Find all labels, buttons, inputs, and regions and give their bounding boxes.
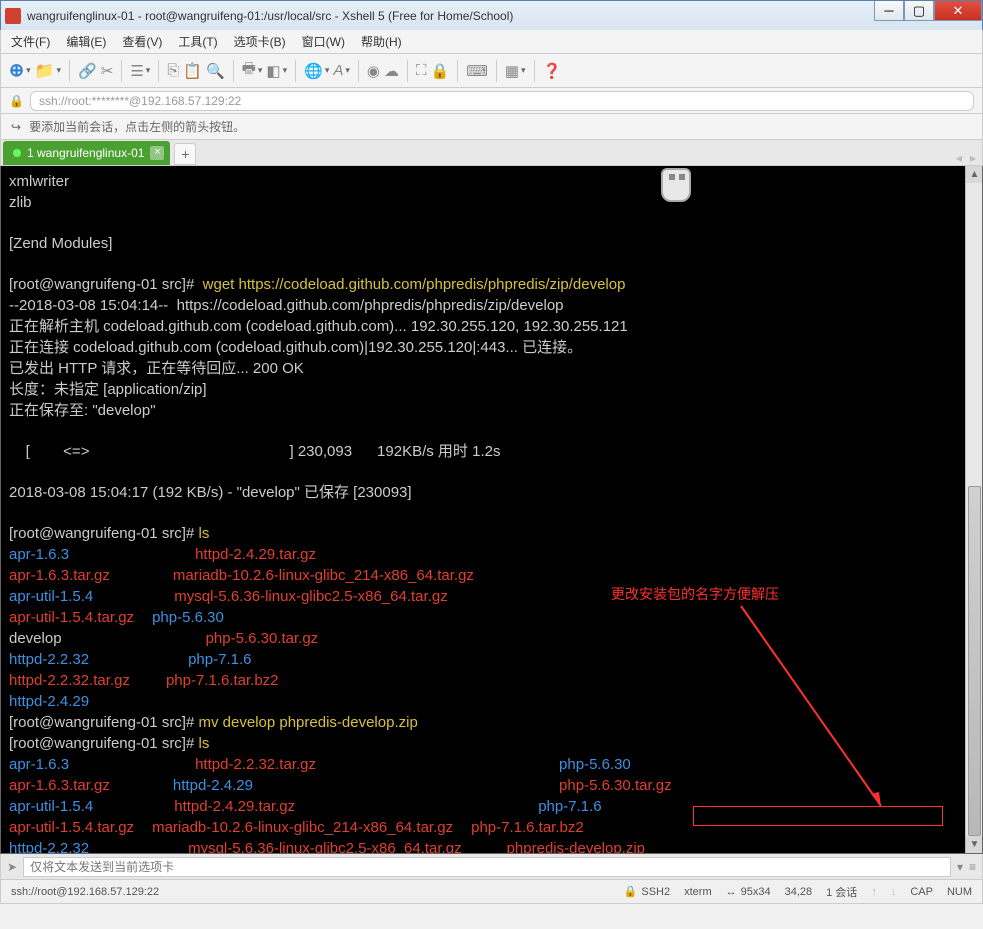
- tab-prev-icon[interactable]: ◂: [956, 151, 962, 165]
- info-icon: ↪: [11, 120, 21, 134]
- globe-icon[interactable]: 🌐: [304, 62, 323, 80]
- maximize-button[interactable]: ▢: [904, 1, 934, 21]
- scroll-down-icon[interactable]: ▼: [966, 836, 983, 853]
- nav-up-icon[interactable]: ↑: [871, 886, 877, 898]
- status-connection: ssh://root@192.168.57.129:22: [11, 886, 610, 898]
- fullscreen-icon[interactable]: ⛶: [416, 62, 427, 79]
- dropdown-icon[interactable]: ▾: [345, 65, 350, 76]
- print-icon[interactable]: 🖶: [242, 58, 256, 83]
- dropdown-icon[interactable]: ▾: [258, 65, 263, 76]
- separator: [69, 60, 70, 82]
- separator: [496, 60, 497, 82]
- copy-icon[interactable]: ⎘: [167, 62, 179, 79]
- menu-tabs[interactable]: 选项卡(B): [234, 33, 286, 50]
- dropdown-icon[interactable]: ▾: [57, 65, 62, 76]
- send-icon[interactable]: ➤: [7, 860, 17, 874]
- terminal-icon[interactable]: ☁: [384, 62, 399, 80]
- status-ssh: 🔒 SSH2: [624, 885, 670, 898]
- dropdown-icon[interactable]: ▾: [283, 65, 288, 76]
- info-bar: ↪ 要添加当前会话，点击左侧的箭头按钮。: [0, 114, 983, 140]
- status-bar: ssh://root@192.168.57.129:22 🔒 SSH2 xter…: [0, 880, 983, 904]
- menu-edit[interactable]: 编辑(E): [66, 33, 106, 50]
- info-text: 要添加当前会话，点击左侧的箭头按钮。: [29, 118, 245, 135]
- dropdown-icon[interactable]: ▾: [325, 65, 330, 76]
- separator: [295, 60, 296, 82]
- annotation-arrow: [701, 596, 921, 826]
- new-session-icon[interactable]: ⊕: [9, 60, 24, 81]
- menu-bar: 文件(F) 编辑(E) 查看(V) 工具(T) 选项卡(B) 窗口(W) 帮助(…: [0, 30, 983, 54]
- menu-icon[interactable]: ≡: [969, 860, 976, 874]
- tile-icon[interactable]: ▦: [505, 62, 519, 80]
- status-pos: 34,28: [785, 886, 813, 898]
- dropdown-icon[interactable]: ▾: [521, 65, 526, 76]
- font-icon[interactable]: A: [333, 62, 343, 79]
- close-button[interactable]: ✕: [934, 1, 982, 21]
- session-tab[interactable]: 1 wangruifenglinux-01 ×: [3, 141, 170, 165]
- terminal-scrollbar[interactable]: ▲ ▼: [965, 166, 982, 853]
- paste-icon[interactable]: 📋: [183, 62, 202, 80]
- window-title: wangruifenglinux-01 - root@wangruifeng-0…: [27, 9, 978, 23]
- menu-window[interactable]: 窗口(W): [302, 33, 345, 50]
- separator: [158, 60, 159, 82]
- dropdown-icon[interactable]: ▾: [26, 65, 31, 76]
- usb-device-icon: [661, 168, 691, 202]
- terminal[interactable]: xmlwriter zlib [Zend Modules] [root@wang…: [0, 166, 983, 854]
- app-icon: [5, 8, 21, 24]
- lock-icon: 🔒: [9, 94, 24, 108]
- separator: [534, 60, 535, 82]
- address-input[interactable]: [30, 91, 974, 111]
- help-icon[interactable]: ❓: [543, 62, 562, 80]
- reconnect-icon[interactable]: 🔗: [78, 62, 97, 80]
- new-tab-button[interactable]: +: [174, 143, 196, 165]
- tab-next-icon[interactable]: ▸: [970, 151, 976, 165]
- scroll-thumb[interactable]: [968, 486, 981, 836]
- separator: [358, 60, 359, 82]
- status-cap: CAP: [910, 886, 933, 898]
- menu-tools[interactable]: 工具(T): [178, 33, 217, 50]
- tab-label: 1 wangruifenglinux-01: [27, 146, 144, 160]
- nav-down-icon[interactable]: ↓: [891, 886, 897, 898]
- disconnect-icon[interactable]: ✂: [101, 62, 114, 80]
- status-num: NUM: [947, 886, 972, 898]
- find-icon[interactable]: 🔍: [206, 62, 225, 80]
- status-sessions: 1 会话: [826, 884, 857, 900]
- separator: [407, 60, 408, 82]
- lock-icon[interactable]: 🔒: [431, 62, 450, 80]
- tab-nav: ◂ ▸: [956, 151, 976, 165]
- tab-close-icon[interactable]: ×: [150, 146, 164, 160]
- target-dropdown-icon[interactable]: ▾: [957, 860, 963, 874]
- status-dot-icon: [13, 149, 21, 157]
- address-bar: 🔒: [0, 88, 983, 114]
- separator: [121, 60, 122, 82]
- status-size: ↔ 95x34: [726, 886, 771, 898]
- menu-help[interactable]: 帮助(H): [361, 33, 402, 50]
- scroll-up-icon[interactable]: ▲: [966, 166, 983, 183]
- minimize-button[interactable]: ─: [874, 1, 904, 21]
- window-titlebar: wangruifenglinux-01 - root@wangruifeng-0…: [0, 0, 983, 30]
- keyboard-icon[interactable]: ⌨: [466, 62, 488, 80]
- tab-bar: 1 wangruifenglinux-01 × + ◂ ▸: [0, 140, 983, 166]
- menu-file[interactable]: 文件(F): [11, 33, 50, 50]
- command-input[interactable]: [23, 857, 951, 877]
- menu-view[interactable]: 查看(V): [122, 33, 162, 50]
- separator: [233, 60, 234, 82]
- status-term: xterm: [684, 886, 712, 898]
- command-bar: ➤ ▾ ≡: [0, 854, 983, 880]
- open-icon[interactable]: 📁: [35, 61, 55, 81]
- separator: [457, 60, 458, 82]
- annotation-text: 更改安装包的名字方便解压: [611, 586, 779, 606]
- highlight-box: [693, 806, 943, 826]
- properties-icon[interactable]: ☰: [130, 62, 143, 80]
- color-icon[interactable]: ◧: [266, 62, 280, 80]
- toolbar: ⊕▾ 📁▾ 🔗 ✂ ☰▾ ⎘ 📋 🔍 🖶▾ ◧▾ 🌐▾ A▾ ◉ ☁ ⛶ 🔒 ⌨…: [0, 54, 983, 88]
- script-icon[interactable]: ◉: [367, 62, 380, 80]
- dropdown-icon[interactable]: ▾: [146, 65, 151, 76]
